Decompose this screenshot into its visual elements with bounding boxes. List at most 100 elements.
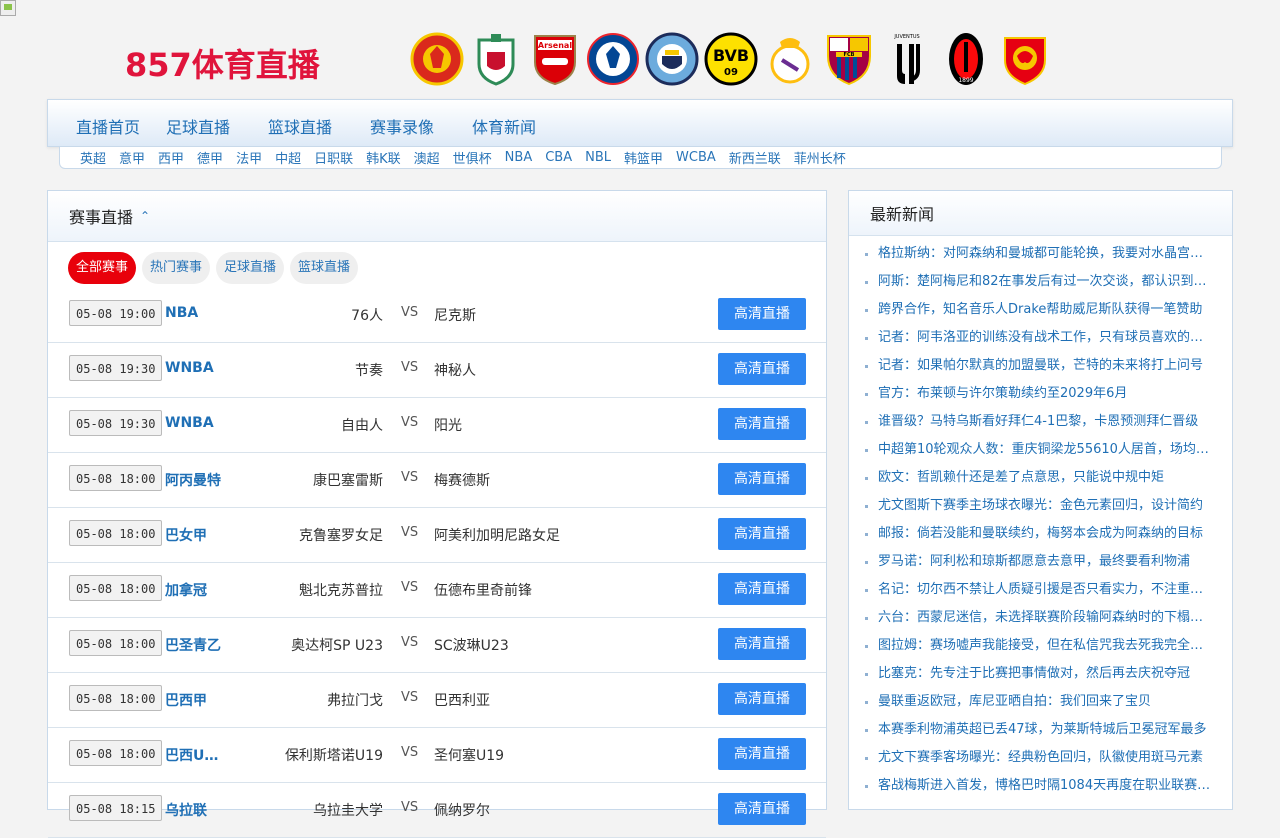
away-team: 伍德布里奇前锋 [434, 583, 532, 599]
subnav-item[interactable]: 日职联 [314, 148, 353, 167]
news-item[interactable]: 记者：如果帕尔默真的加盟曼联，芒特的未来将打上问号 [849, 352, 1232, 380]
away-team: 阿美利加明尼路女足 [434, 528, 560, 544]
home-team: 魁北克苏普拉 [299, 583, 383, 599]
watch-hd-button[interactable]: 高清直播 [718, 793, 806, 825]
subnav-item[interactable]: 法甲 [236, 148, 262, 167]
match-league[interactable]: WNBA [165, 360, 214, 376]
filter-basketball[interactable]: 篮球直播 [290, 252, 359, 284]
watch-hd-button[interactable]: 高清直播 [718, 353, 806, 385]
subnav-item[interactable]: 新西兰联 [729, 148, 781, 167]
match-league[interactable]: NBA [165, 305, 198, 321]
watch-hd-button[interactable]: 高清直播 [718, 738, 806, 770]
live-panel-title: 赛事直播 [69, 208, 134, 227]
watch-hd-button[interactable]: 高清直播 [718, 573, 806, 605]
news-item[interactable]: 图拉姆：赛场嘘声我能接受，但在私信咒我去死我完全不能接受 [849, 632, 1232, 660]
subnav-item[interactable]: 韩篮甲 [624, 148, 663, 167]
news-item[interactable]: 记者：阿韦洛亚的训练没有战术工作，只有球员喜欢的对抗 [849, 324, 1232, 352]
news-item[interactable]: 尤文下赛季客场曝光：经典粉色回归，队徽使用斑马元素 [849, 744, 1232, 772]
site-logo[interactable]: 857体育直播 [125, 40, 320, 86]
away-team: SC波琳U23 [434, 638, 509, 654]
nav-replays[interactable]: 赛事录像 [370, 114, 434, 138]
subnav-item[interactable]: 菲州长杯 [794, 148, 846, 167]
watch-hd-button[interactable]: 高清直播 [718, 683, 806, 715]
filter-all[interactable]: 全部赛事 [68, 252, 137, 284]
chelsea-crest-icon[interactable] [586, 30, 640, 88]
subnav-item[interactable]: CBA [545, 150, 572, 165]
subnav-item[interactable]: 中超 [275, 148, 301, 167]
vs-label: VS [401, 580, 419, 595]
bvb-crest-icon[interactable]: BVB 09 [704, 30, 758, 88]
live-panel-header: 赛事直播 ⌃ [48, 191, 826, 242]
watch-hd-button[interactable]: 高清直播 [718, 628, 806, 660]
home-team: 乌拉圭大学 [313, 803, 383, 819]
away-team: 佩纳罗尔 [434, 803, 490, 819]
subnav-item[interactable]: 澳超 [414, 148, 440, 167]
liverpool-crest-icon[interactable] [469, 30, 523, 88]
match-league[interactable]: 巴西U1… [165, 745, 225, 765]
nav-basketball-live[interactable]: 篮球直播 [268, 114, 332, 138]
news-item[interactable]: 阿斯：楚阿梅尼和82在事发后有过一次交谈，都认识到错误 [849, 268, 1232, 296]
bvb-crest-year: 09 [724, 67, 738, 78]
subnav-item[interactable]: NBL [585, 150, 611, 165]
vs-label: VS [401, 690, 419, 705]
match-league[interactable]: 阿丙曼特 [165, 470, 221, 490]
watch-hd-button[interactable]: 高清直播 [718, 518, 806, 550]
away-team: 阳光 [434, 418, 462, 434]
match-league[interactable]: 加拿冠 [165, 580, 207, 600]
match-league[interactable]: 巴圣青乙 [165, 635, 221, 655]
subnav-item[interactable]: 英超 [80, 148, 106, 167]
watch-hd-button[interactable]: 高清直播 [718, 298, 806, 330]
news-item[interactable]: 六台：西蒙尼迷信，未选择联赛阶段输阿森纳时的下榻酒店 [849, 604, 1232, 632]
subnav-item[interactable]: 西甲 [158, 148, 184, 167]
home-team: 保利斯塔诺U19 [284, 748, 383, 764]
arsenal-crest-text: Arsenal [538, 41, 572, 50]
match-league[interactable]: WNBA [165, 415, 214, 431]
news-item[interactable]: 欧文：哲凯赖什还是差了点意思，只能说中规中矩 [849, 464, 1232, 492]
subnav-item[interactable]: WCBA [676, 150, 716, 165]
man-utd-crest-icon[interactable] [410, 30, 464, 88]
news-item[interactable]: 尤文图斯下赛季主场球衣曝光：金色元素回归，设计简约 [849, 492, 1232, 520]
filter-football[interactable]: 足球直播 [216, 252, 285, 284]
barcelona-crest-icon[interactable]: FCB [822, 30, 876, 88]
live-schedule-panel: 赛事直播 ⌃ 全部赛事 热门赛事 足球直播 篮球直播 05-08 19:00 NB… [47, 190, 827, 838]
chevron-up-icon[interactable]: ⌃ [140, 210, 150, 222]
arsenal-crest-icon[interactable]: Arsenal [528, 30, 582, 88]
real-madrid-crest-icon[interactable] [763, 30, 817, 88]
match-row: 05-08 18:00 巴圣青乙 奥达柯SP U23 VS SC波琳U23 高清直播 [48, 618, 826, 673]
ac-milan-crest-icon[interactable]: 1899 [939, 30, 993, 88]
subnav-item[interactable]: 世俱杯 [453, 148, 492, 167]
nav-football-live[interactable]: 足球直播 [166, 114, 230, 138]
subnav-item[interactable]: 韩K联 [366, 148, 401, 167]
filter-hot[interactable]: 热门赛事 [142, 252, 211, 284]
watch-hd-button[interactable]: 高清直播 [718, 408, 806, 440]
guangzhou-crest-icon[interactable] [998, 30, 1052, 88]
match-row: 05-08 18:15 乌拉联 乌拉圭大学 VS 佩纳罗尔 高清直播 [48, 783, 826, 838]
news-item[interactable]: 本赛季利物浦英超已丢47球，为莱斯特城后卫冕冠军最多 [849, 716, 1232, 744]
news-item[interactable]: 罗马诺：阿利松和琼斯都愿意去意甲，最终要看利物浦 [849, 548, 1232, 576]
match-league[interactable]: 巴西甲 [165, 690, 207, 710]
vs-label: VS [401, 360, 419, 375]
news-item[interactable]: 官方：布莱顿与许尔策勒续约至2029年6月 [849, 380, 1232, 408]
news-item[interactable]: 格拉斯纳：对阿森纳和曼城都可能轮换，我要对水晶宫负责 [849, 240, 1232, 268]
news-item[interactable]: 跨界合作，知名音乐人Drake帮助威尼斯队获得一笔赞助 [849, 296, 1232, 324]
subnav-item[interactable]: 意甲 [119, 148, 145, 167]
home-team: 76人 [351, 308, 383, 324]
news-item[interactable]: 客战梅斯进入首发，博格巴时隔1084天再度在职业联赛首发 [849, 772, 1232, 800]
man-city-crest-icon[interactable] [645, 30, 699, 88]
vs-label: VS [401, 525, 419, 540]
news-item[interactable]: 谁晋级？马特乌斯看好拜仁4-1巴黎，卡恩预测拜仁晋级 [849, 408, 1232, 436]
subnav-item[interactable]: NBA [505, 150, 533, 165]
match-league[interactable]: 乌拉联 [165, 800, 207, 820]
news-item[interactable]: 比塞克：先专注于比赛把事情做对，然后再去庆祝夺冠 [849, 660, 1232, 688]
subnav-item[interactable]: 德甲 [197, 148, 223, 167]
match-league[interactable]: 巴女甲 [165, 525, 207, 545]
news-item[interactable]: 中超第10轮观众人数：重庆铜梁龙55610人居首，场均3万 [849, 436, 1232, 464]
watch-hd-button[interactable]: 高清直播 [718, 463, 806, 495]
home-team: 节奏 [355, 363, 383, 379]
juventus-crest-icon[interactable]: JUVENTUS [880, 30, 934, 88]
news-item[interactable]: 邮报：倘若没能和曼联续约，梅努本会成为阿森纳的目标 [849, 520, 1232, 548]
news-item[interactable]: 名记：切尔西不禁让人质疑引援是否只看实力，不注重性格 [849, 576, 1232, 604]
news-item[interactable]: 曼联重返欧冠，库尼亚晒自拍：我们回来了宝贝 [849, 688, 1232, 716]
nav-home[interactable]: 直播首页 [76, 114, 140, 138]
nav-sports-news[interactable]: 体育新闻 [472, 114, 536, 138]
